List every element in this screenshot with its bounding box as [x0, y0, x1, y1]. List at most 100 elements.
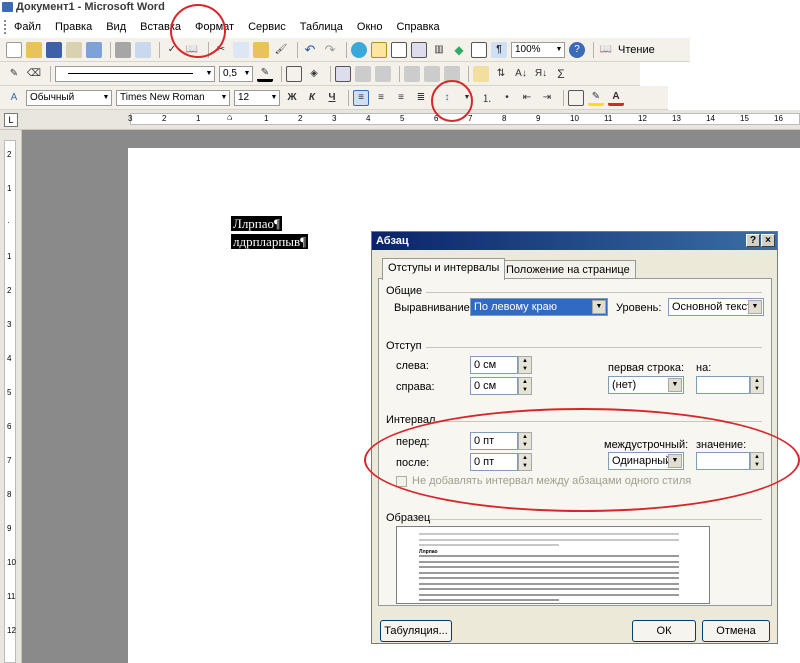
columns-icon[interactable]: ▥ [431, 42, 447, 58]
doc-paragraph[interactable]: Ллрпао¶ [231, 216, 282, 232]
reading-layout-icon[interactable]: 📖 [598, 42, 614, 58]
print-icon[interactable] [115, 41, 131, 58]
tabs-button[interactable]: Табуляция... [380, 620, 452, 642]
shading-icon[interactable]: ◈ [306, 66, 322, 82]
text-direction-icon[interactable]: ⇅ [493, 66, 509, 82]
hyperlink-icon[interactable] [351, 41, 367, 58]
dialog-title: Абзац [376, 235, 409, 247]
window-title: Документ1 - Microsoft Word [16, 1, 165, 13]
outside-border-icon[interactable] [568, 89, 584, 106]
italic-button[interactable]: К [304, 90, 320, 106]
level-select[interactable]: Основной текст ▼ [668, 298, 764, 316]
vruler-number: 2 [7, 150, 12, 159]
help-button[interactable]: ? [746, 234, 760, 247]
ruler-number: 14 [706, 114, 715, 123]
permission-icon[interactable] [66, 41, 82, 58]
align-center-icon[interactable]: ≡ [373, 90, 389, 106]
open-folder-icon[interactable] [26, 41, 42, 58]
vertical-ruler[interactable]: 2 1 · 1 2 3 4 5 6 7 8 9 10 11 12 [0, 130, 22, 663]
bullets-icon[interactable]: • [499, 90, 515, 106]
document-map-icon[interactable] [471, 41, 487, 58]
level-value: Основной текст [672, 301, 752, 313]
indent-left-field[interactable]: 0 см [470, 356, 518, 374]
font-size-select[interactable]: 12 ▼ [234, 89, 280, 106]
sort-descending-icon[interactable]: Я↓ [533, 66, 549, 82]
insert-excel-icon[interactable] [411, 41, 427, 58]
decrease-indent-icon[interactable]: ⇤ [519, 90, 535, 106]
menu-help[interactable]: Справка [396, 21, 439, 33]
autosum-icon[interactable]: Σ [553, 66, 569, 82]
align-right-icon[interactable]: ≡ [393, 90, 409, 106]
print-preview-icon[interactable] [135, 41, 151, 58]
indent-left-spinner[interactable]: ▲ ▼ [518, 356, 532, 374]
styles-pane-icon[interactable]: A [6, 90, 22, 106]
line-style-select[interactable]: ▼ [55, 65, 215, 82]
alignment-select[interactable]: По левому краю ▼ [470, 298, 608, 316]
undo-icon[interactable]: ↶ [302, 42, 318, 58]
doc-paragraph[interactable]: лдрпларпыв¶ [231, 234, 309, 250]
line-weight-select[interactable]: 0,5 ▼ [219, 65, 253, 82]
drawing-icon[interactable]: ◆ [451, 42, 467, 58]
highlight-icon[interactable]: ✎ [588, 90, 604, 106]
justify-icon[interactable]: ≣ [413, 90, 429, 106]
indent-marker-icon[interactable]: ⌂ [227, 112, 232, 122]
format-painter-icon[interactable]: 🖌 [273, 42, 289, 58]
save-icon[interactable] [46, 41, 62, 58]
redo-icon[interactable]: ↷ [322, 42, 338, 58]
indent-left-label: слева: [396, 360, 429, 372]
align-cell-icon[interactable] [404, 65, 420, 82]
separator [159, 41, 160, 58]
zoom-select[interactable]: 100% ▼ [511, 41, 565, 58]
sort-ascending-icon[interactable]: A↓ [513, 66, 529, 82]
paste-icon[interactable] [253, 41, 269, 58]
draw-table-icon[interactable]: ✎ [6, 66, 22, 82]
first-line-select[interactable]: (нет) ▼ [608, 376, 684, 394]
font-select[interactable]: Times New Roman ▼ [116, 89, 230, 106]
email-icon[interactable] [86, 41, 102, 58]
new-document-icon[interactable] [6, 41, 22, 58]
tab-indents-spacing[interactable]: Отступы и интервалы [382, 258, 506, 280]
merge-cells-icon[interactable] [355, 65, 371, 82]
distribute-rows-icon[interactable] [424, 65, 440, 82]
ok-button[interactable]: ОК [632, 620, 696, 642]
cancel-button[interactable]: Отмена [702, 620, 770, 642]
border-color-icon[interactable]: ✎ [257, 66, 273, 82]
menu-file[interactable]: Файл [14, 21, 41, 33]
style-select[interactable]: Обычный ▼ [26, 89, 112, 106]
split-cells-icon[interactable] [375, 65, 391, 82]
reading-button[interactable]: Чтение [618, 44, 655, 56]
tab-line-page-breaks[interactable]: Положение на странице [500, 260, 636, 280]
tables-borders-icon[interactable] [371, 41, 387, 58]
help-icon[interactable]: ? [569, 41, 585, 58]
insert-table-icon[interactable] [391, 41, 407, 58]
dialog-title-bar[interactable]: Абзац ? × [372, 232, 777, 250]
numbering-icon[interactable]: ⒈ [479, 90, 495, 106]
toolbar-grip[interactable] [4, 20, 8, 34]
horizontal-ruler[interactable]: L 3 2 1 · 1 2 3 4 5 6 7 8 9 10 11 12 13 14 15 16 ⌂ [0, 110, 800, 130]
close-button[interactable]: × [761, 234, 775, 247]
doc-line-1[interactable]: Ллрпао¶ [231, 216, 282, 231]
borders-icon[interactable] [286, 65, 302, 82]
align-left-icon[interactable]: ≡ [353, 89, 369, 106]
increase-indent-icon[interactable]: ⇥ [539, 90, 555, 106]
doc-line-2[interactable]: лдрпларпыв¶ [231, 234, 309, 249]
insert-table-grid-icon[interactable] [335, 65, 351, 82]
menu-view[interactable]: Вид [106, 21, 126, 33]
tab-selector-icon[interactable]: L [4, 113, 18, 127]
font-color-icon[interactable]: A [608, 90, 624, 106]
menu-window[interactable]: Окно [357, 21, 383, 33]
indent-right-spinner[interactable]: ▲ ▼ [518, 377, 532, 395]
copy-icon[interactable] [233, 41, 249, 58]
menu-edit[interactable]: Правка [55, 21, 92, 33]
indent-by-field[interactable] [696, 376, 750, 394]
autoformat-icon[interactable] [473, 65, 489, 82]
menu-table[interactable]: Таблица [300, 21, 343, 33]
eraser-icon[interactable]: ⌫ [26, 66, 42, 82]
bold-button[interactable]: Ж [284, 90, 300, 106]
menu-tools[interactable]: Сервис [248, 21, 286, 33]
indent-right-field[interactable]: 0 см [470, 377, 518, 395]
underline-button[interactable]: Ч [324, 90, 340, 106]
standard-toolbar: ✓ 📖 ✂ 🖌 ↶ ↷ ▥ ◆ ¶ 100% ▼ ? 📖 Чтение [0, 38, 690, 62]
show-hide-icon[interactable]: ¶ [491, 41, 507, 58]
indent-by-spinner[interactable]: ▲ ▼ [750, 376, 764, 394]
